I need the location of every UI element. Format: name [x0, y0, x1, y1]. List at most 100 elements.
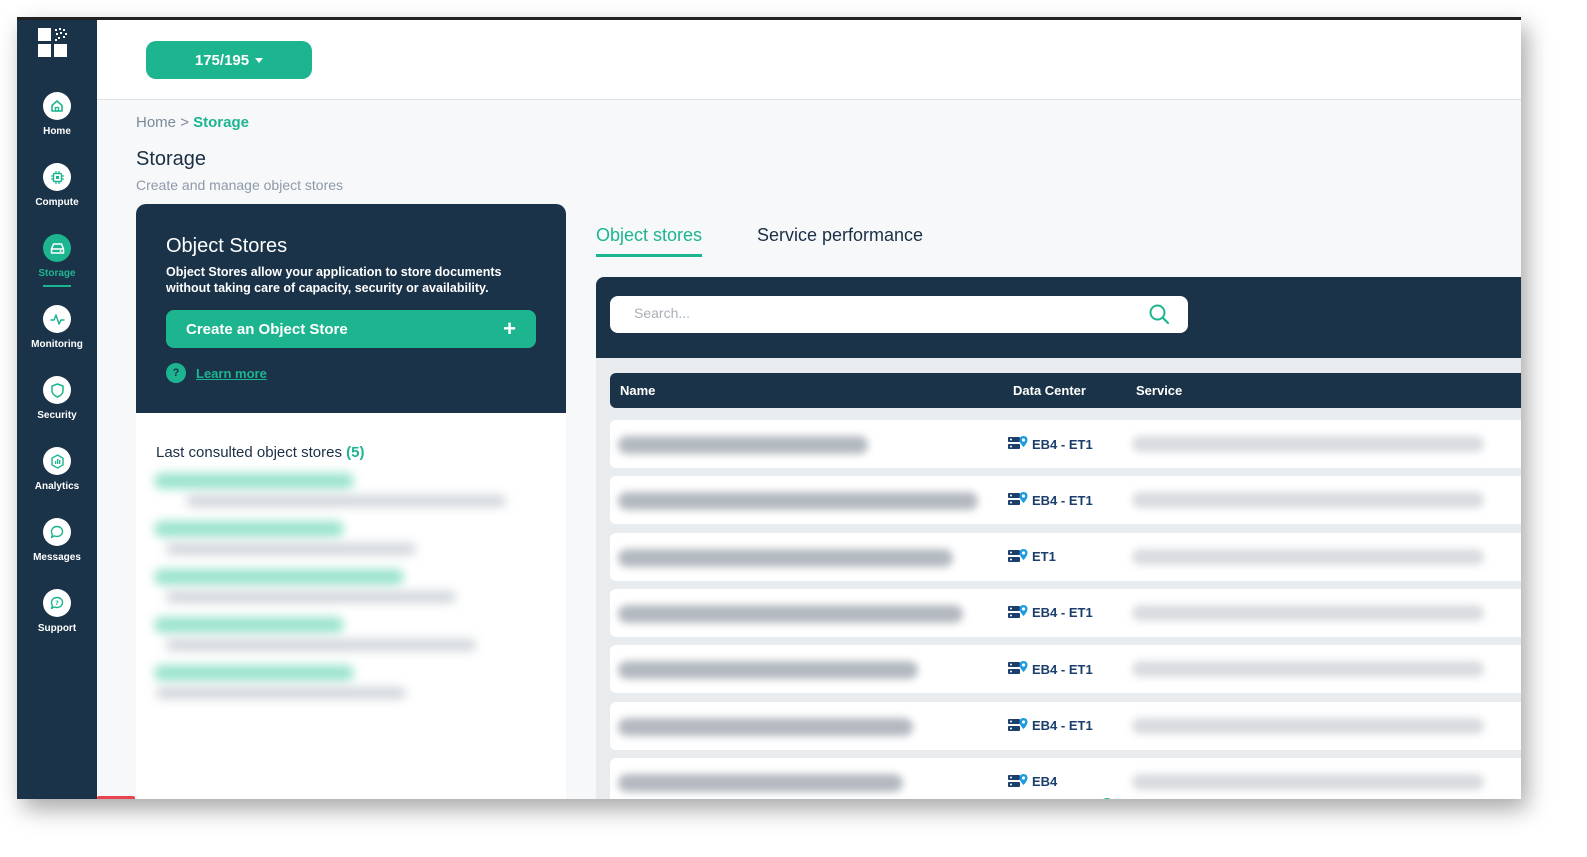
svg-text:?: ? [55, 599, 59, 607]
sidebar-item-label: Security [37, 410, 77, 421]
page-title: Storage [136, 148, 207, 170]
tab-service-performance[interactable]: Service performance [757, 225, 923, 254]
data-center-cell: EB4 - ET1 [1007, 603, 1093, 623]
sidebar-item-label: Support [37, 623, 77, 634]
data-center-label: EB4 [1032, 774, 1058, 790]
last-consulted-panel: Last consulted object stores (5) [136, 413, 566, 799]
breadcrumb-current: Storage [193, 114, 249, 131]
data-center-cell: EB4 [1007, 772, 1057, 792]
redacted-name [618, 436, 868, 454]
data-center-label: EB4 - ET1 [1032, 718, 1093, 733]
plus-icon: + [503, 316, 516, 341]
quota-label: 175/195 [194, 51, 250, 69]
redacted-name [618, 661, 918, 680]
sidebar-item-label: Storage [38, 268, 76, 279]
sidebar-item-label: Analytics [34, 481, 80, 492]
last-consulted-title: Last consulted object stores (5) [156, 444, 364, 461]
table-row[interactable]: ET1 [610, 532, 1521, 581]
help-icon: ? [166, 363, 186, 383]
data-center-label: EB4 - ET1 [1032, 436, 1093, 452]
data-center-label: EB4 - ET1 [1032, 605, 1093, 621]
shield-icon [43, 376, 71, 404]
brand-logo-icon[interactable] [38, 28, 70, 60]
support-icon: ? [43, 589, 71, 617]
active-indicator [43, 285, 71, 287]
redacted-name [618, 604, 963, 623]
object-stores-table: Name Data Center Service EB4 - ET1 EB4 - … [596, 358, 1521, 799]
data-center-cell: EB4 - ET1 [1007, 434, 1093, 454]
redacted-name [618, 773, 903, 792]
breadcrumb-home-link[interactable]: Home [136, 114, 176, 131]
redacted-name [618, 717, 913, 736]
create-button-label: Create an Object Store [186, 320, 348, 338]
sidebar-item-monitoring[interactable]: Monitoring [17, 305, 97, 367]
redacted-service [1132, 717, 1484, 734]
table-header: Name Data Center Service [610, 373, 1521, 408]
sidebar-item-home[interactable]: Home [17, 92, 97, 154]
column-header-service[interactable]: Service [1136, 383, 1182, 398]
column-header-data-center[interactable]: Data Center [1013, 383, 1086, 398]
analytics-icon [43, 447, 71, 475]
table-row[interactable]: EB4 [610, 757, 1521, 799]
server-location-icon [1008, 773, 1028, 787]
learn-more-link[interactable]: Learn more [196, 366, 267, 381]
last-consulted-count: (5) [346, 444, 365, 461]
app-window: Home Compute Storage Monitoring Security… [17, 17, 1521, 799]
quota-dropdown-button[interactable]: 175/195 [146, 41, 312, 79]
server-location-icon [1008, 548, 1028, 562]
search-box [610, 296, 1188, 333]
sidebar-item-label: Home [43, 126, 71, 137]
redacted-name [618, 548, 953, 567]
notification-tab[interactable] [97, 796, 135, 799]
storage-icon [43, 234, 71, 262]
search-input[interactable] [634, 305, 1134, 321]
server-location-icon [1008, 661, 1028, 675]
sidebar-item-storage[interactable]: Storage [17, 234, 97, 296]
create-object-store-button[interactable]: Create an Object Store + [166, 310, 536, 348]
data-center-label: EB4 - ET1 [1032, 661, 1093, 677]
data-center-label: EB4 - ET1 [1032, 492, 1093, 508]
sidebar-item-compute[interactable]: Compute [17, 163, 97, 225]
table-row[interactable]: EB4 - ET1 [610, 701, 1521, 750]
table-row[interactable]: EB4 - ET1 [610, 420, 1521, 468]
table-row[interactable]: EB4 - ET1 [610, 588, 1521, 637]
object-stores-info-panel: Object Stores Object Stores allow your a… [136, 204, 566, 413]
redacted-service [1132, 548, 1484, 565]
data-center-cell: EB4 - ET1 [1007, 716, 1093, 736]
sidebar-item-messages[interactable]: Messages [17, 518, 97, 580]
redacted-service [1132, 436, 1484, 452]
info-panel-description: Object Stores allow your application to … [166, 265, 502, 295]
sidebar: Home Compute Storage Monitoring Security… [17, 20, 97, 799]
pulse-icon [43, 305, 71, 333]
sidebar-item-analytics[interactable]: Analytics [17, 447, 97, 509]
column-header-name[interactable]: Name [620, 383, 655, 398]
redacted-service [1132, 604, 1484, 621]
sidebar-item-label: Monitoring [31, 339, 83, 350]
sidebar-item-support[interactable]: ? Support [17, 589, 97, 651]
caret-down-icon [255, 58, 264, 63]
top-bar: 175/195 [97, 20, 1521, 100]
data-center-cell: ET1 [1007, 547, 1056, 567]
sidebar-item-label: Messages [33, 552, 81, 563]
server-location-icon [1008, 717, 1028, 731]
chat-icon [43, 518, 71, 546]
redacted-name [618, 492, 978, 511]
breadcrumb-separator: > [180, 114, 189, 131]
page-subtitle: Create and manage object stores [136, 177, 344, 193]
sidebar-item-label: Compute [35, 197, 79, 208]
table-row[interactable]: EB4 - ET1 [610, 645, 1521, 694]
redacted-service [1132, 661, 1484, 678]
sidebar-item-security[interactable]: Security [17, 376, 97, 438]
table-row[interactable]: EB4 - ET1 [610, 476, 1521, 525]
info-panel-title: Object Stores [166, 235, 288, 257]
server-location-icon [1008, 604, 1028, 618]
breadcrumb: Home > Storage [136, 114, 249, 131]
search-toolbar [596, 277, 1521, 358]
redacted-service [1132, 773, 1484, 790]
data-center-label: ET1 [1032, 549, 1056, 565]
server-location-icon [1008, 436, 1028, 449]
search-icon[interactable] [1148, 303, 1170, 325]
tab-object-stores[interactable]: Object stores [596, 225, 703, 257]
learn-more-row: ? Learn more [166, 363, 267, 383]
last-consulted-label: Last consulted object stores [156, 444, 342, 461]
